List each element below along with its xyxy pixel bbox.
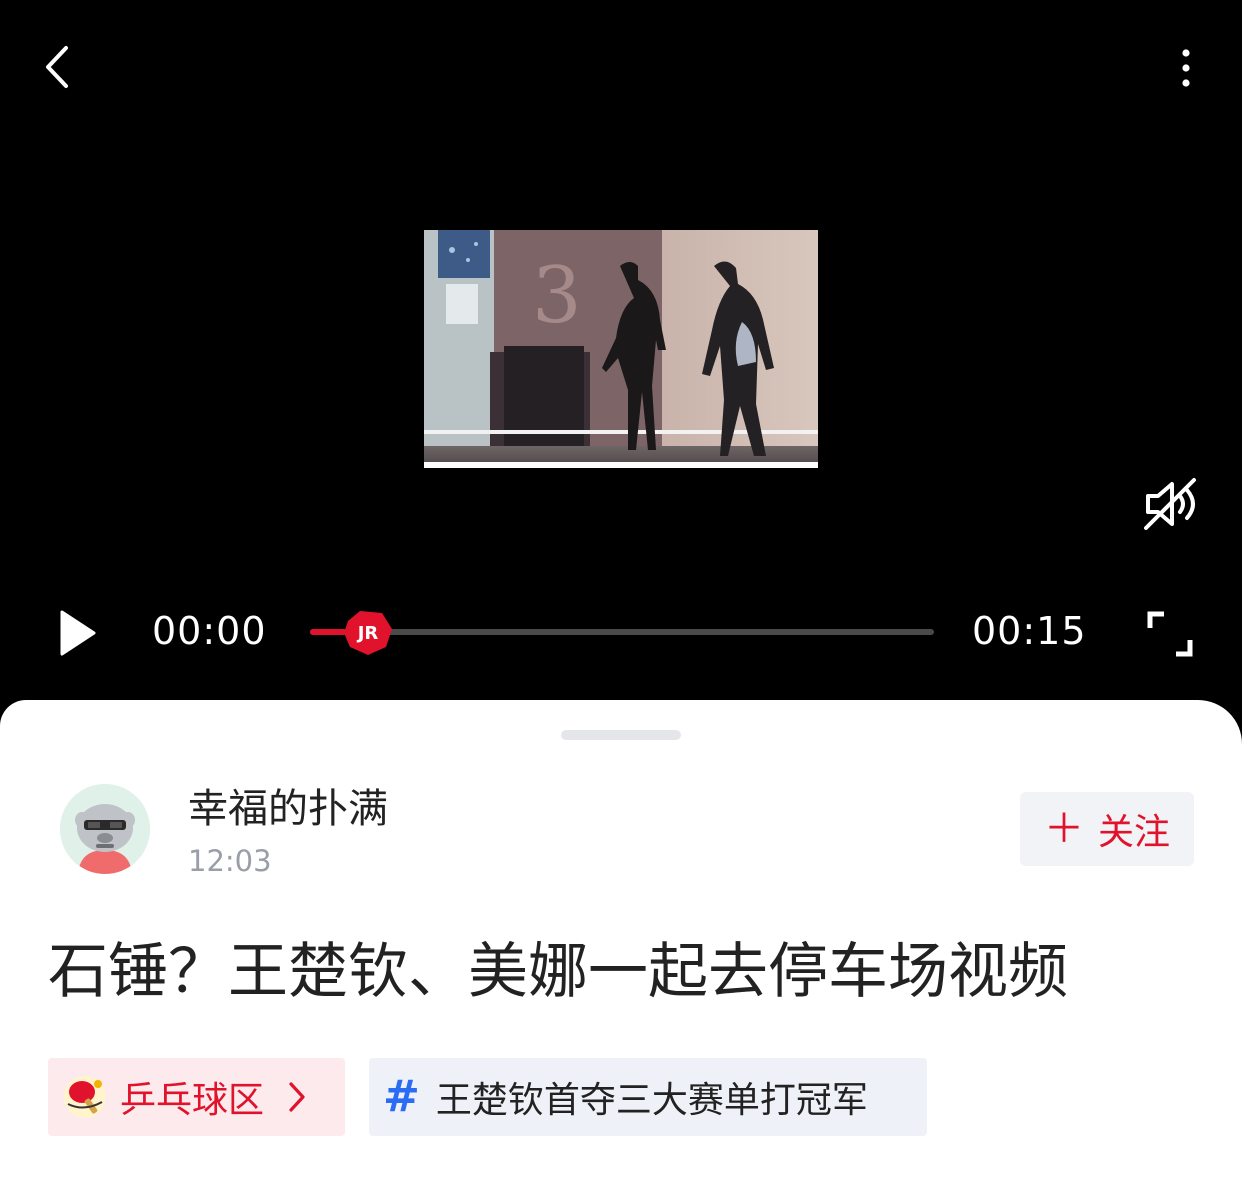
more-options-button[interactable] bbox=[1166, 44, 1206, 92]
progress-thumb[interactable]: JR bbox=[340, 607, 396, 659]
topic-label: 乒乓球区 bbox=[120, 1080, 265, 1121]
follow-button[interactable]: ＋ 关注 bbox=[1020, 792, 1194, 866]
avatar[interactable] bbox=[60, 784, 150, 874]
jr-logo-icon: JR bbox=[344, 611, 392, 655]
hashtag-tag[interactable]: # 王楚钦首夺三大赛单打冠军 bbox=[369, 1058, 927, 1136]
play-button[interactable] bbox=[56, 608, 100, 658]
hashtag-icon: # bbox=[383, 1071, 420, 1122]
mute-button[interactable] bbox=[1140, 474, 1204, 534]
plus-icon: ＋ bbox=[1043, 806, 1084, 852]
topic-tag[interactable]: 乒乓球区 bbox=[48, 1058, 345, 1136]
avatar-icon bbox=[60, 784, 150, 874]
drag-handle[interactable] bbox=[561, 730, 681, 740]
progress-bar[interactable]: JR bbox=[310, 611, 934, 655]
player-controls: 00:00 JR 00:15 bbox=[0, 590, 1242, 680]
svg-text:JR: JR bbox=[356, 623, 379, 644]
post-title: 石锤？王楚钦、美娜一起去停车场视频 bbox=[48, 937, 1068, 1007]
video-thumbnail: 3 bbox=[424, 230, 818, 468]
follow-label: 关注 bbox=[1097, 812, 1170, 853]
video-frame[interactable]: 3 bbox=[424, 230, 818, 468]
fullscreen-icon bbox=[1147, 611, 1193, 657]
chevron-left-icon bbox=[46, 46, 68, 88]
fullscreen-button[interactable] bbox=[1146, 610, 1194, 658]
play-icon bbox=[60, 610, 96, 656]
chevron-right-icon bbox=[289, 1082, 305, 1112]
post-detail-sheet: 幸福的扑满 12:03 ＋ 关注 石锤？王楚钦、美娜一起去停车场视频 乒乓球区 … bbox=[0, 700, 1242, 1191]
hashtag-label: 王楚钦首夺三大赛单打冠军 bbox=[435, 1080, 868, 1121]
ping-pong-icon bbox=[64, 1076, 106, 1118]
more-vertical-icon bbox=[1182, 49, 1190, 87]
back-button[interactable] bbox=[36, 40, 84, 96]
speaker-muted-icon bbox=[1144, 478, 1196, 530]
author-name[interactable]: 幸福的扑满 bbox=[188, 784, 388, 834]
total-time: 00:15 bbox=[972, 609, 1087, 653]
frame-number-text: 3 bbox=[532, 251, 582, 341]
current-time: 00:00 bbox=[152, 609, 267, 653]
post-time: 12:03 bbox=[188, 844, 272, 878]
video-player[interactable]: 3 00:00 JR 00:15 bbox=[0, 0, 1242, 700]
svg-text:3: 3 bbox=[532, 251, 582, 341]
